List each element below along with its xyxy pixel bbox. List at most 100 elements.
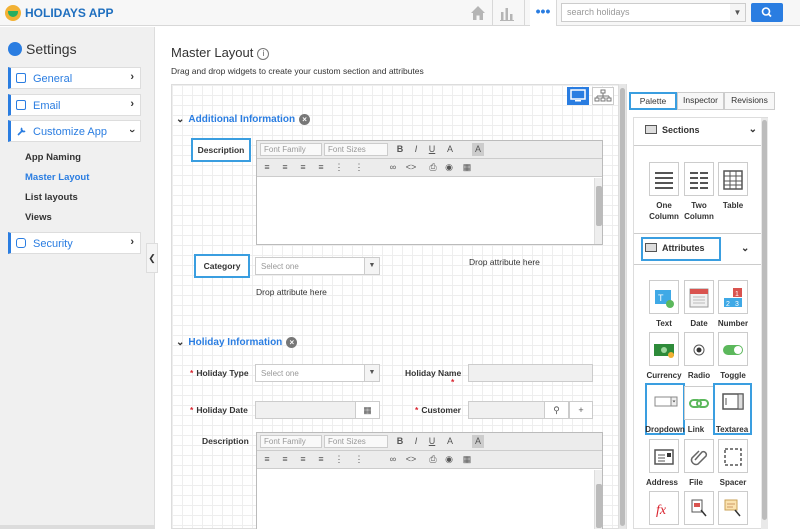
italic-icon[interactable]: I: [410, 435, 422, 448]
canvas-scrollbar[interactable]: [619, 84, 626, 529]
section-header-additional-information[interactable]: ⌄ Additional Information ×: [176, 114, 311, 125]
bold-icon[interactable]: B: [394, 143, 406, 156]
holiday-type-label[interactable]: * Holiday Type: [190, 368, 249, 378]
more-icon[interactable]: •••: [530, 0, 556, 26]
font-color-icon[interactable]: A: [444, 435, 456, 448]
description-label[interactable]: Description: [202, 436, 249, 446]
font-sizes-select[interactable]: Font Sizes: [324, 143, 388, 156]
underline-icon[interactable]: U: [426, 143, 438, 156]
align-left-icon[interactable]: ≡: [261, 161, 273, 174]
sidebar-item-customize-app[interactable]: Customize App ›: [8, 120, 141, 142]
file-tile[interactable]: [684, 439, 714, 473]
table-insert-icon[interactable]: ▦: [461, 161, 473, 174]
number-tile[interactable]: 123: [718, 280, 748, 314]
editor-scrollbar[interactable]: [594, 470, 602, 529]
spacer-tile[interactable]: [718, 439, 748, 473]
font-family-select[interactable]: Font Family: [260, 143, 322, 156]
category-select[interactable]: Select one ▼: [255, 257, 380, 275]
sidebar-subitem-list-layouts[interactable]: List layouts: [25, 192, 78, 203]
palette-scrollbar[interactable]: [761, 118, 768, 529]
two-column-tile[interactable]: [684, 162, 714, 196]
holiday-date-label[interactable]: * Holiday Date: [190, 405, 248, 415]
underline-icon[interactable]: U: [426, 435, 438, 448]
structure-view-button[interactable]: [592, 87, 614, 105]
align-right-icon[interactable]: ≡: [297, 453, 309, 466]
calendar-icon[interactable]: ▦: [355, 401, 380, 419]
print-icon[interactable]: ⎙: [427, 453, 439, 466]
bold-icon[interactable]: B: [394, 435, 406, 448]
category-label[interactable]: Category: [194, 254, 250, 278]
preview-icon[interactable]: ◉: [443, 453, 455, 466]
align-center-icon[interactable]: ≡: [279, 161, 291, 174]
font-sizes-select[interactable]: Font Sizes: [324, 435, 388, 448]
tab-revisions[interactable]: Revisions: [724, 92, 775, 110]
sidebar-item-email[interactable]: Email ›: [8, 94, 141, 116]
search-button[interactable]: [751, 3, 783, 22]
align-center-icon[interactable]: ≡: [279, 453, 291, 466]
lookup-tile[interactable]: [684, 491, 714, 525]
section-header-holiday-information[interactable]: ⌄ Holiday Information ×: [176, 337, 298, 348]
table-tile[interactable]: [718, 162, 748, 196]
sidebar-subitem-master-layout[interactable]: Master Layout: [25, 172, 89, 183]
holiday-date-input[interactable]: [255, 401, 356, 419]
align-right-icon[interactable]: ≡: [297, 161, 309, 174]
chevron-down-icon[interactable]: ⌄: [749, 124, 757, 135]
home-icon[interactable]: [468, 3, 488, 23]
toggle-tile[interactable]: [718, 332, 748, 366]
date-tile[interactable]: [684, 280, 714, 314]
print-icon[interactable]: ⎙: [427, 161, 439, 174]
one-column-tile[interactable]: [649, 162, 679, 196]
justify-icon[interactable]: ≡: [315, 161, 327, 174]
currency-tile[interactable]: [649, 332, 679, 366]
holiday-name-input[interactable]: [468, 364, 593, 382]
desktop-view-button[interactable]: [567, 87, 589, 105]
info-icon[interactable]: i: [257, 48, 270, 60]
sidebar-item-security[interactable]: Security ›: [8, 232, 141, 254]
address-tile[interactable]: [649, 439, 679, 473]
search-input[interactable]: search holidays: [561, 3, 746, 22]
link-icon[interactable]: ∞: [387, 161, 399, 174]
remove-section-icon[interactable]: ×: [299, 114, 311, 125]
add-customer-icon[interactable]: +: [569, 401, 593, 419]
app-title[interactable]: HOLIDAYS APP: [25, 6, 113, 20]
description-editor[interactable]: Font Family Font Sizes B I U A A ≡ ≡ ≡ ≡…: [256, 140, 603, 245]
customer-label[interactable]: * Customer: [415, 405, 461, 415]
sidebar-subitem-views[interactable]: Views: [25, 212, 52, 223]
chevron-down-icon[interactable]: ⌄: [176, 114, 184, 125]
text-tile[interactable]: T: [649, 280, 679, 314]
signature-tile[interactable]: [718, 491, 748, 525]
search-icon[interactable]: ⚲: [544, 401, 569, 419]
bullet-list-icon[interactable]: ⋮: [333, 453, 345, 466]
numbered-list-icon[interactable]: ⋮: [353, 453, 365, 466]
preview-icon[interactable]: ◉: [443, 161, 455, 174]
code-icon[interactable]: <>: [405, 161, 417, 174]
editor-scrollbar[interactable]: [594, 178, 602, 244]
collapse-sidebar-button[interactable]: ❮: [146, 243, 158, 273]
italic-icon[interactable]: I: [410, 143, 422, 156]
tab-inspector[interactable]: Inspector: [677, 92, 724, 110]
highlight-color-icon[interactable]: A: [472, 435, 484, 448]
tab-palette[interactable]: Palette: [629, 92, 677, 110]
bullet-list-icon[interactable]: ⋮: [333, 161, 345, 174]
palette-group-sections[interactable]: Sections ⌄: [641, 119, 761, 143]
sidebar-subitem-app-naming[interactable]: App Naming: [25, 152, 81, 163]
description-editor[interactable]: Font Family Font Sizes B I U A A ≡ ≡ ≡ ≡…: [256, 432, 603, 529]
search-dropdown-chevron-icon[interactable]: ▼: [730, 3, 746, 22]
numbered-list-icon[interactable]: ⋮: [353, 161, 365, 174]
reports-icon[interactable]: [498, 3, 518, 23]
link-tile[interactable]: [684, 386, 714, 420]
table-insert-icon[interactable]: ▦: [461, 453, 473, 466]
link-icon[interactable]: ∞: [387, 453, 399, 466]
description-label[interactable]: Description: [191, 138, 251, 162]
align-left-icon[interactable]: ≡: [261, 453, 273, 466]
sidebar-item-general[interactable]: General ›: [8, 67, 141, 89]
palette-group-attributes[interactable]: Attributes: [641, 237, 721, 261]
customer-input[interactable]: [468, 401, 545, 419]
formula-tile[interactable]: fx: [649, 491, 679, 525]
code-icon[interactable]: <>: [405, 453, 417, 466]
highlight-color-icon[interactable]: A: [472, 143, 484, 156]
justify-icon[interactable]: ≡: [315, 453, 327, 466]
font-family-select[interactable]: Font Family: [260, 435, 322, 448]
radio-tile[interactable]: [684, 332, 714, 366]
remove-section-icon[interactable]: ×: [286, 337, 298, 348]
